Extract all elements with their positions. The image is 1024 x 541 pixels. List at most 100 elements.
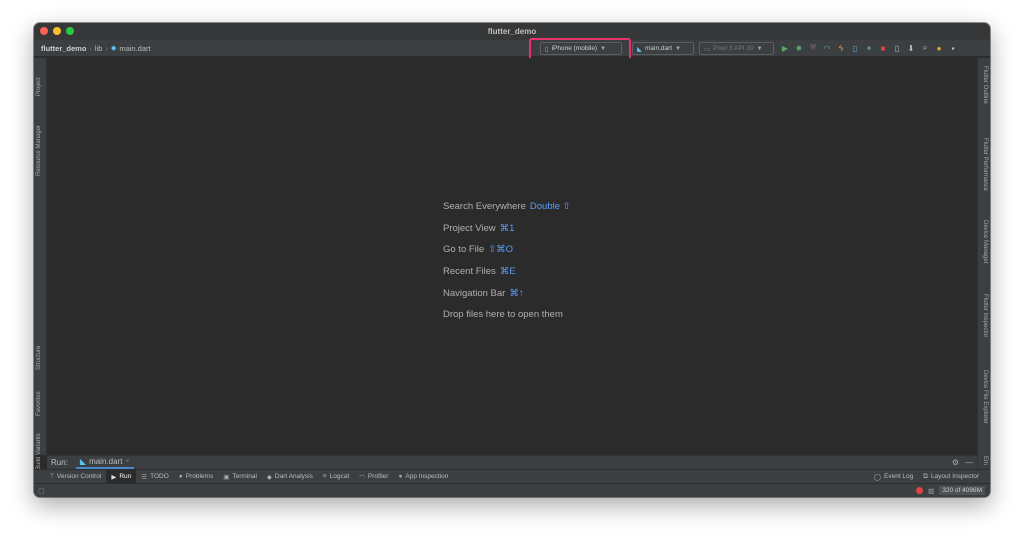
run-panel-actions: ⚙ — xyxy=(952,458,973,467)
info-icon: ● xyxy=(178,473,183,480)
hint-recent-files: Recent Files ⌘E xyxy=(443,266,516,278)
left-tool-strip: Project Resource Manager Structure Favor… xyxy=(34,58,47,470)
tab-flutter-performance[interactable]: Flutter Performance xyxy=(982,138,988,191)
update-icon[interactable]: ● xyxy=(934,44,944,53)
error-indicator-icon[interactable] xyxy=(916,487,924,494)
tool-window-bar: ᛘ Version Control ▶ Run ☰ TODO ● Problem… xyxy=(34,469,990,483)
tab-favorites[interactable]: Favorites xyxy=(36,391,42,416)
run-panel-label: Run: xyxy=(51,458,68,467)
inspection-icon: ● xyxy=(398,473,403,480)
tab-project[interactable]: Project xyxy=(36,77,42,96)
run-icon[interactable]: ▶ xyxy=(780,44,790,53)
chevron-right-icon: › xyxy=(105,43,108,53)
device-selector-label: iPhone (mobile) xyxy=(551,45,598,52)
hint-project-view: Project View ⌘1 xyxy=(443,222,515,234)
tab-run[interactable]: ▶ Run xyxy=(106,470,137,483)
toolbar: ▶ ✹ ⛨ ◠ ϟ ▯ ✦ ■ ▯ ⬇ ⌕ ● ▪ xyxy=(780,43,958,53)
dart-file-icon: ◆ xyxy=(110,45,117,52)
tab-app-inspection[interactable]: ● App Inspection xyxy=(393,470,453,483)
chevron-down-icon: ▼ xyxy=(756,45,763,52)
profile-icon[interactable]: ◠ xyxy=(822,44,832,53)
run-tab-label: main.dart xyxy=(89,457,123,466)
tab-emulator[interactable]: Em xyxy=(982,456,988,465)
flutter-icon: ◣ xyxy=(637,45,642,53)
hint-drop-files: Drop files here to open them xyxy=(443,309,563,321)
layout-inspector-icon: ⧉ xyxy=(923,472,928,480)
hint-go-to-file: Go to File ⇧⌘O xyxy=(443,244,514,256)
run-config-label: main.dart xyxy=(645,45,673,52)
play-icon: ▶ xyxy=(111,473,117,481)
status-bar: ▢ ▥ 320 of 4096M xyxy=(34,483,990,497)
readonly-icon[interactable]: ▥ xyxy=(928,487,934,495)
search-icon[interactable]: ⌕ xyxy=(920,43,930,53)
event-log-icon: ◯ xyxy=(873,473,881,481)
tab-build-variants[interactable]: Build Variants xyxy=(36,433,42,470)
breadcrumb-project[interactable]: flutter_demo xyxy=(41,44,86,53)
attach-icon[interactable]: ▯ xyxy=(850,44,860,53)
hint-search-everywhere: Search Everywhere Double ⇧ xyxy=(443,201,571,212)
sdk-icon[interactable]: ⬇ xyxy=(906,44,916,53)
branch-icon: ᛘ xyxy=(50,473,54,480)
emulator-icon: ▭ xyxy=(704,45,711,53)
tab-problems[interactable]: ● Problems xyxy=(174,470,218,483)
avd-icon[interactable]: ▯ xyxy=(892,44,902,53)
debug-icon[interactable]: ✹ xyxy=(794,44,804,53)
tab-device-manager[interactable]: Device Manager xyxy=(982,220,988,264)
gear-icon[interactable]: ⚙ xyxy=(952,458,959,467)
run-panel-header: Run: ◣ main.dart × ⚙ — xyxy=(47,455,977,469)
minimize-window-button[interactable] xyxy=(53,27,61,35)
tab-terminal[interactable]: ▣ Terminal xyxy=(218,470,262,483)
hot-reload-icon[interactable]: ϟ xyxy=(836,44,846,53)
layout-toggle-icon[interactable]: ▢ xyxy=(38,487,45,495)
run-config-selector[interactable]: ◣ main.dart ▼ xyxy=(632,42,694,55)
title-bar: flutter_demo xyxy=(34,23,990,40)
tab-profiler[interactable]: ◠ Profiler xyxy=(354,470,393,483)
tab-version-control[interactable]: ᛘ Version Control xyxy=(34,470,106,483)
tab-layout-inspector[interactable]: ⧉ Layout Inspector xyxy=(918,470,984,483)
maximize-window-button[interactable] xyxy=(66,27,74,35)
editor-area[interactable]: Search Everywhere Double ⇧ Project View ⌘1… xyxy=(47,58,977,455)
tab-todo[interactable]: ☰ TODO xyxy=(136,470,174,483)
hint-navigation-bar: Navigation Bar ⌘↑ xyxy=(443,287,524,299)
tab-device-file-explorer[interactable]: Device File Explorer xyxy=(982,370,988,424)
tool-window-bar-right: ◯ Event Log ⧉ Layout Inspector xyxy=(869,470,984,483)
flutter-icon: ◣ xyxy=(79,457,87,466)
close-window-button[interactable] xyxy=(40,27,48,35)
chevron-down-icon: ▼ xyxy=(600,45,607,52)
window-title: flutter_demo xyxy=(487,27,537,36)
stop-icon[interactable]: ■ xyxy=(878,44,888,53)
list-icon: ☰ xyxy=(141,473,148,481)
dart-icon: ◆ xyxy=(266,473,272,481)
coverage-icon[interactable]: ⛨ xyxy=(808,43,818,53)
chevron-right-icon: › xyxy=(89,43,92,53)
window-controls xyxy=(40,27,74,35)
breadcrumb: flutter_demo › lib › ◆ main.dart xyxy=(34,44,151,53)
minimize-icon[interactable]: — xyxy=(965,458,973,467)
tab-logcat[interactable]: ≡ Logcat xyxy=(318,470,354,483)
gauge-icon: ◠ xyxy=(359,473,365,481)
terminal-icon: ▣ xyxy=(223,473,230,481)
tab-dart-analysis[interactable]: ◆ Dart Analysis xyxy=(262,470,318,483)
run-tab-main-dart[interactable]: ◣ main.dart × xyxy=(75,456,134,469)
tab-flutter-outline[interactable]: Flutter Outline xyxy=(982,66,988,104)
device-selector[interactable]: ▯ iPhone (mobile) ▼ xyxy=(540,42,622,55)
breadcrumb-file[interactable]: main.dart xyxy=(119,44,150,53)
logcat-icon: ≡ xyxy=(322,473,327,480)
right-tool-strip: Flutter Outline Flutter Performance Devi… xyxy=(977,58,990,473)
close-icon[interactable]: × xyxy=(125,458,129,465)
phone-icon: ▯ xyxy=(545,45,549,53)
android-icon[interactable]: ✦ xyxy=(864,44,874,53)
chevron-down-icon: ▼ xyxy=(675,45,682,52)
tab-flutter-inspector[interactable]: Flutter Inspector xyxy=(982,294,988,337)
emulator-label: Pixel 3 API 30 xyxy=(713,45,754,52)
tab-resource-manager[interactable]: Resource Manager xyxy=(36,125,42,176)
emulator-selector[interactable]: ▭ Pixel 3 API 30 ▼ xyxy=(699,42,774,55)
status-bar-right: ▥ 320 of 4096M xyxy=(916,486,985,495)
editor-hints: Search Everywhere Double ⇧ Project View ⌘1… xyxy=(443,201,571,331)
breadcrumb-folder[interactable]: lib xyxy=(95,44,103,53)
tab-event-log[interactable]: ◯ Event Log xyxy=(869,470,919,483)
ide-window: flutter_demo flutter_demo › lib › ◆ main… xyxy=(34,23,990,497)
memory-indicator[interactable]: 320 of 4096M xyxy=(939,486,985,495)
tab-structure[interactable]: Structure xyxy=(36,346,42,370)
account-icon[interactable]: ▪ xyxy=(948,44,958,53)
